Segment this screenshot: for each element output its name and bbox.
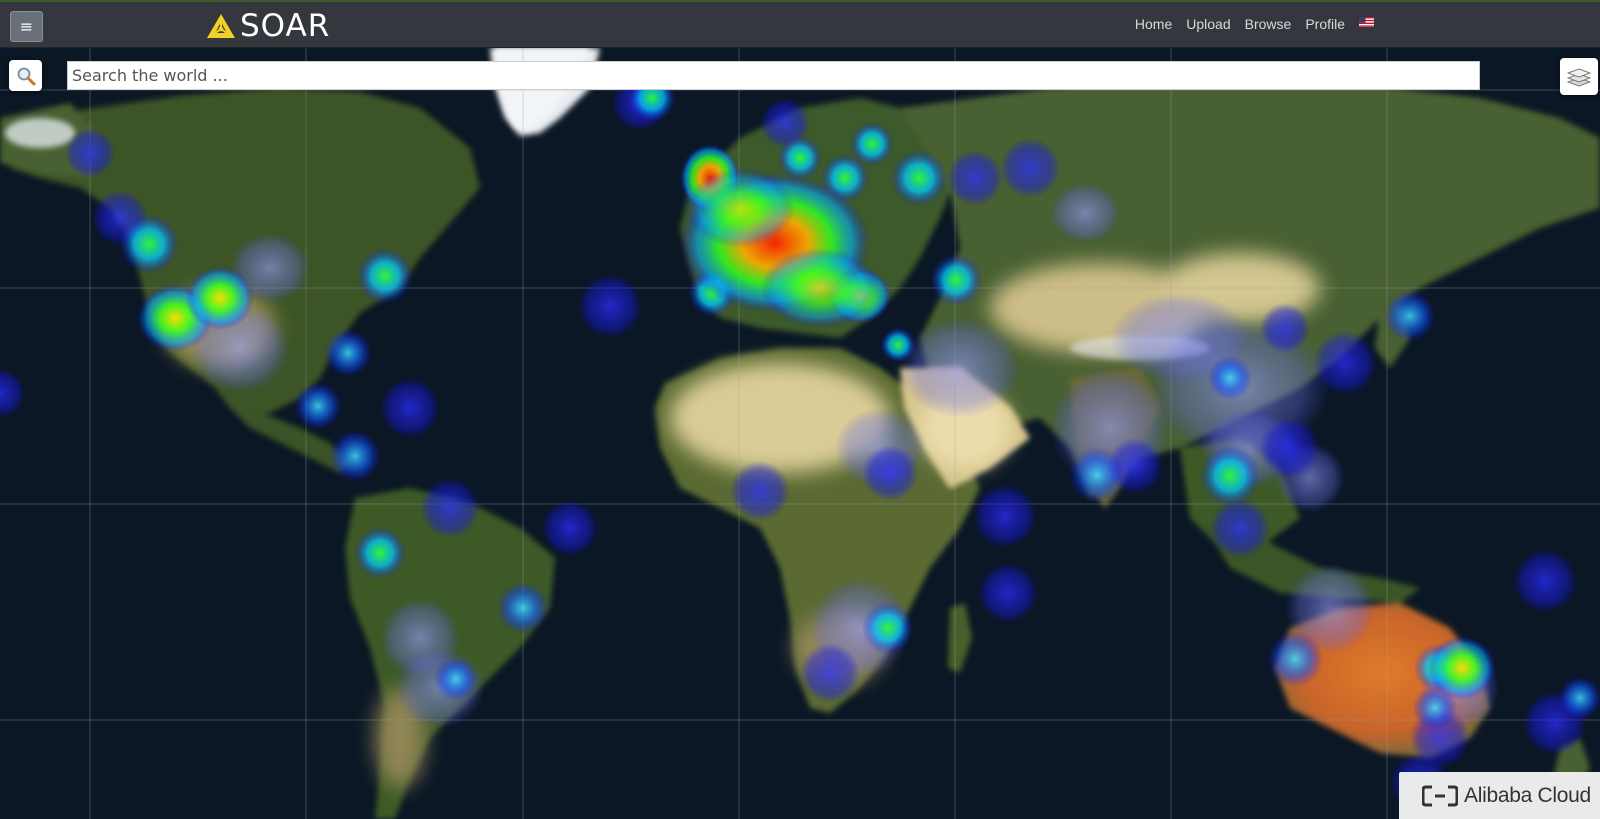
nav-profile-link[interactable]: Profile bbox=[1305, 16, 1345, 32]
layers-icon bbox=[1567, 67, 1591, 87]
app-root: ≡ SOAR Home Upload Browse Profile Search… bbox=[0, 0, 1600, 819]
hamburger-menu-button[interactable]: ≡ bbox=[10, 11, 43, 42]
search-icon bbox=[17, 67, 35, 85]
brand-name: SOAR bbox=[240, 8, 331, 44]
nav-upload-link[interactable]: Upload bbox=[1186, 16, 1230, 32]
soar-logo[interactable]: SOAR bbox=[206, 10, 330, 42]
search-input[interactable] bbox=[67, 61, 1480, 90]
nav-home-link[interactable]: Home bbox=[1135, 16, 1172, 32]
main-nav: Home Upload Browse Profile bbox=[1121, 16, 1374, 32]
sponsor-label: Alibaba Cloud bbox=[1464, 783, 1591, 807]
nav-browse-link[interactable]: Browse bbox=[1245, 16, 1292, 32]
world-map[interactable] bbox=[0, 48, 1600, 819]
sponsor-badge[interactable]: Alibaba Cloud bbox=[1399, 772, 1600, 819]
snow-alaska bbox=[5, 118, 75, 148]
layers-button[interactable] bbox=[1560, 58, 1598, 95]
alibaba-cloud-logo-icon bbox=[1422, 785, 1458, 806]
soar-triangle-logo-icon bbox=[207, 14, 235, 38]
hamburger-icon: ≡ bbox=[19, 17, 34, 36]
us-flag-icon[interactable] bbox=[1359, 17, 1374, 27]
map-canvas[interactable] bbox=[0, 48, 1600, 819]
top-navbar: ≡ SOAR Home Upload Browse Profile bbox=[0, 0, 1600, 48]
search-button[interactable] bbox=[9, 60, 42, 91]
